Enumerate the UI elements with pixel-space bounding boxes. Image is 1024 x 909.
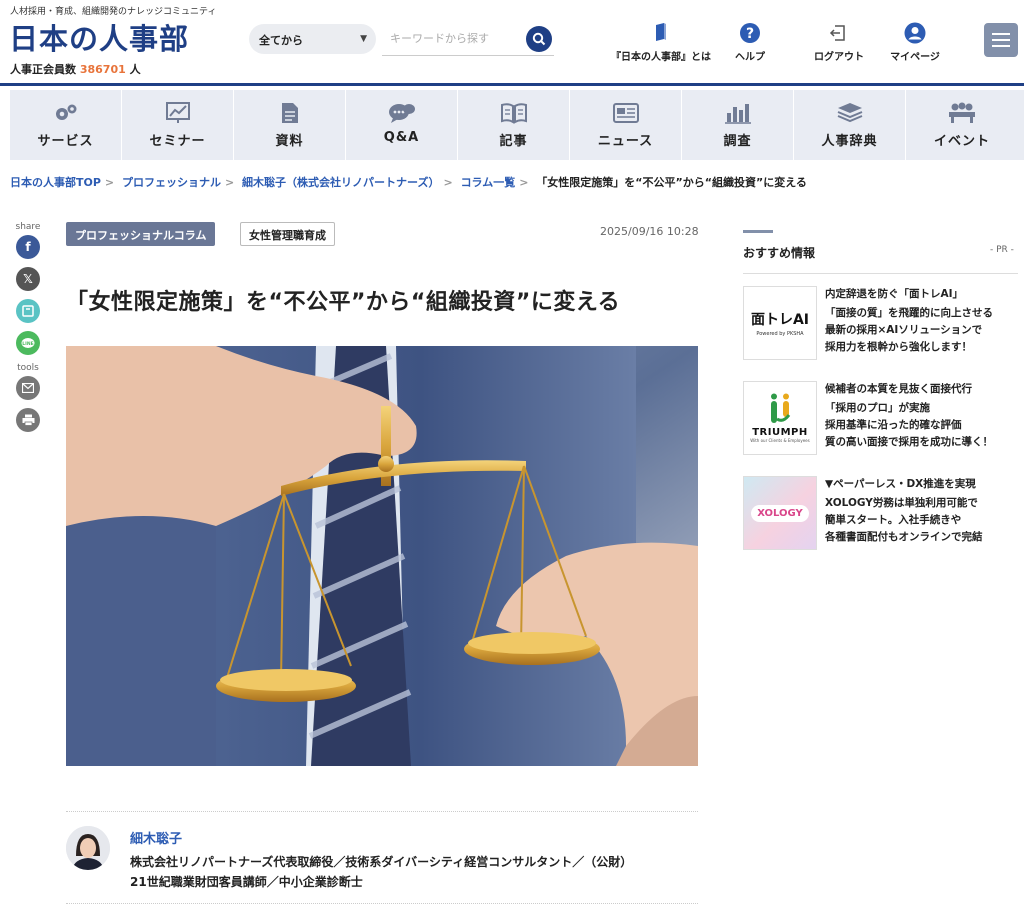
x-icon: 𝕏 [23,272,33,286]
svg-text:LINE: LINE [22,341,33,347]
mail-button[interactable] [16,376,40,400]
member-count-number: 386701 [79,63,126,76]
bar-chart-icon [724,104,751,124]
nav-events[interactable]: イベント [906,90,1018,160]
author-divider-top [66,811,698,812]
publish-date: 2025/09/16 10:28 [600,225,699,238]
triumph-logo-icon [771,393,791,423]
search-scope-select[interactable]: 全てから ▼ [249,24,376,54]
nav-articles[interactable]: 記事 [458,90,570,160]
ad-thumbnail[interactable]: XOLOGY [743,476,817,550]
breadcrumb-professional[interactable]: プロフェッショナル [122,176,221,189]
svg-text:?: ? [746,26,754,42]
breadcrumb-author[interactable]: 細木聡子（株式会社リノパートナーズ） [242,176,439,189]
search-box [382,24,554,56]
hatena-share-button[interactable] [16,299,40,323]
nav-service[interactable]: サービス [10,90,122,160]
ad-headline[interactable]: 候補者の本質を見抜く面接代行 [825,381,1019,398]
main-navigation: サービス セミナー 資料 Q&A 記事 ニュース 調査 人事辞典 イベント [10,90,1024,160]
mail-icon [22,383,34,393]
hamburger-menu-button[interactable] [984,23,1018,57]
sidebar-divider [743,273,1018,274]
article-hero-image [66,346,698,766]
avatar-portrait [66,826,110,870]
topic-tag[interactable]: 女性管理職育成 [240,222,335,246]
category-badge[interactable]: プロフェッショナルコラム [66,222,216,246]
breadcrumb-top[interactable]: 日本の人事部TOP [10,176,101,189]
ad-logo: 面トレAI [750,312,810,328]
nav-research[interactable]: 調査 [682,90,794,160]
article-title: 「女性限定施策」を“不公平”から“組織投資”に変える [66,290,621,315]
open-book-icon [500,103,527,124]
help-link[interactable]: ? ヘルプ [722,22,778,66]
mypage-link[interactable]: マイページ [884,22,946,66]
book-icon [656,23,666,41]
ad-headline[interactable]: 内定辞退を防ぐ「面トレAI」 [825,286,1019,303]
line-icon: LINE [21,338,35,348]
caret-down-icon: ▼ [360,34,367,44]
line-share-button[interactable]: LINE [16,331,40,355]
site-logo[interactable]: 日本の人事部 [9,16,189,58]
sidebar-ad-triumph[interactable]: TRIUMPH With our Clients & Employees 候補者… [743,381,1018,457]
facebook-share-button[interactable]: f [16,235,40,259]
author-divider-bottom [66,903,698,904]
chart-board-icon [165,102,190,123]
sidebar-title: おすすめ情報 [743,246,816,260]
sidebar-accent-line [743,230,773,233]
print-icon [22,414,34,426]
search-button[interactable] [526,26,552,52]
author-avatar[interactable] [66,826,110,870]
ad-thumbnail[interactable]: 面トレAI Powered by PKSHA [743,286,817,360]
pr-label: - PR - [990,245,1014,255]
nav-qa[interactable]: Q&A [346,90,458,160]
ad-logo-sub: Powered by PKSHA [756,331,804,337]
ad-headline[interactable]: ▼ペーパーレス・DX推進を実現 [825,476,1019,493]
search-input[interactable] [382,24,522,52]
about-link[interactable]: 『日本の人事部』とは [606,22,716,66]
menu-icon [992,33,1010,35]
nav-seminar[interactable]: セミナー [122,90,234,160]
help-icon: ? [740,23,760,43]
user-icon [904,22,926,44]
logout-link[interactable]: ログアウト [806,22,872,66]
scales-photo [66,346,698,766]
ad-logo: XOLOGY [751,504,809,522]
nav-documents[interactable]: 資料 [234,90,346,160]
breadcrumb-column-list[interactable]: コラム一覧 [461,176,516,189]
ad-thumbnail[interactable]: TRIUMPH With our Clients & Employees [743,381,817,455]
search-icon [532,32,546,46]
share-rail: share f 𝕏 LINE tools [14,222,42,440]
breadcrumb-current: 「女性限定施策」を“不公平”から“組織投資”に変える [536,176,807,189]
logout-icon [829,25,845,41]
author-name-link[interactable]: 細木聡子 [130,828,182,847]
author-description: 株式会社リノパートナーズ代表取締役／技術系ダイバーシティ経営コンサルタント／（公… [130,855,633,889]
member-count: 人事正会員数 386701 人 [10,63,141,76]
breadcrumb: 日本の人事部TOP > プロフェッショナル > 細木聡子（株式会社リノパートナーズ）… [10,176,807,189]
facebook-icon: f [25,240,31,254]
share-label: share [15,222,41,232]
tools-label: tools [17,363,39,373]
newspaper-icon [612,103,639,123]
document-icon [281,103,298,123]
bookmark-icon [22,305,34,317]
chat-icon [388,104,415,123]
gear-icon [55,104,76,120]
site-header: 人材採用・育成、組織開発のナレッジコミュニティ 日本の人事部 人事正会員数 38… [0,0,1024,86]
sidebar-ad-mentore[interactable]: 面トレAI Powered by PKSHA 内定辞退を防ぐ「面トレAI」 「面… [743,286,1018,362]
x-share-button[interactable]: 𝕏 [16,267,40,291]
ad-logo-sub: With our Clients & Employees [750,438,810,443]
stack-icon [837,103,862,123]
ad-logo: TRIUMPH [752,427,808,438]
people-icon [949,102,975,123]
sidebar-ad-xology[interactable]: XOLOGY ▼ペーパーレス・DX推進を実現 XOLOGY労務は単独利用可能で … [743,476,1018,552]
nav-dictionary[interactable]: 人事辞典 [794,90,906,160]
print-button[interactable] [16,408,40,432]
nav-news[interactable]: ニュース [570,90,682,160]
